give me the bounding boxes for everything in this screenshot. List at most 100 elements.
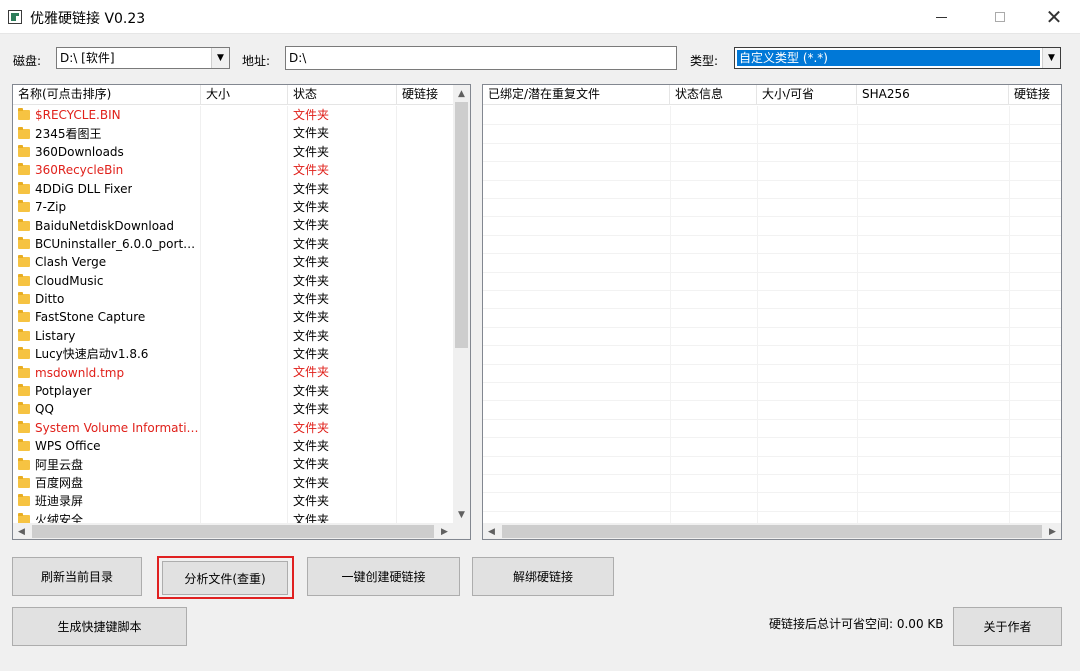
table-row[interactable]: 4DDiG DLL Fixer 文件夹 [13, 179, 454, 198]
column-sha256[interactable]: SHA256 [857, 85, 1009, 105]
table-row[interactable]: 360Downloads 文件夹 [13, 142, 454, 162]
file-list-hscroll[interactable]: ◀ ▶ [13, 523, 453, 539]
column-size-savings[interactable]: 大小/可省 [757, 85, 857, 105]
chevron-down-icon[interactable]: ▼ [211, 48, 229, 68]
file-hardlink-cell [397, 289, 454, 309]
table-row[interactable]: QQ 文件夹 [13, 400, 454, 419]
table-row[interactable]: 百度网盘 文件夹 [13, 473, 454, 493]
table-row[interactable]: Clash Verge 文件夹 [13, 253, 454, 272]
table-row[interactable]: BCUninstaller_6.0.0_portable... 文件夹 [13, 234, 454, 254]
grid-line [483, 363, 1061, 365]
file-size-cell [201, 271, 288, 290]
app-icon [8, 10, 22, 24]
file-hardlink-cell [397, 326, 454, 346]
analyze-button[interactable]: 分析文件(查重) [162, 561, 288, 595]
folder-icon [18, 200, 30, 213]
type-label: 类型: [690, 54, 719, 68]
file-hardlink-cell [397, 253, 454, 272]
scroll-corner [453, 523, 470, 539]
file-status-cell: 文件夹 [288, 216, 397, 235]
file-status-cell: 文件夹 [288, 179, 397, 198]
scroll-right-icon[interactable]: ▶ [1044, 523, 1061, 539]
column-hardlink[interactable]: 硬链接 [1009, 85, 1061, 105]
table-row[interactable]: 360RecycleBin 文件夹 [13, 161, 454, 180]
table-row[interactable]: Potplayer 文件夹 [13, 381, 454, 401]
about-button[interactable]: 关于作者 [953, 607, 1062, 646]
scroll-thumb[interactable] [502, 525, 1042, 538]
address-input[interactable]: D:\ [285, 46, 677, 70]
file-hardlink-cell [397, 381, 454, 401]
table-row[interactable]: Listary 文件夹 [13, 326, 454, 346]
table-row[interactable]: 2345看图王 文件夹 [13, 124, 454, 143]
scroll-left-icon[interactable]: ◀ [483, 523, 500, 539]
file-name: BaiduNetdiskDownload [35, 218, 175, 233]
file-size-cell [201, 106, 288, 125]
scroll-up-icon[interactable]: ▲ [453, 85, 470, 102]
grid-line [483, 474, 1061, 475]
file-size-cell [201, 253, 288, 272]
file-name: 7-Zip [35, 200, 67, 215]
table-row[interactable]: System Volume Information 文件夹 [13, 418, 454, 438]
window-title: 优雅硬链接 V0.23 [30, 11, 146, 27]
folder-icon [18, 365, 30, 378]
generate-script-button[interactable]: 生成快捷键脚本 [12, 607, 187, 646]
table-row[interactable]: FastStone Capture 文件夹 [13, 308, 454, 327]
file-name: msdownld.tmp [35, 365, 125, 380]
minimize-button[interactable] [918, 0, 964, 34]
file-status-cell: 文件夹 [288, 253, 397, 272]
disk-select[interactable]: D:\ [软件] ▼ [56, 47, 230, 69]
table-row[interactable]: CloudMusic 文件夹 [13, 271, 454, 290]
file-list[interactable]: 名称(可点击排序) 大小 状态 硬链接 $RECYCLE.BIN 文件夹 2345看… [12, 84, 471, 540]
grid-line [483, 271, 1061, 273]
file-list-vscroll[interactable]: ▲ ▼ [453, 85, 470, 523]
file-size-cell [201, 418, 288, 438]
scroll-thumb[interactable] [32, 525, 434, 538]
column-status-info[interactable]: 状态信息 [670, 85, 757, 105]
table-row[interactable]: 阿里云盘 文件夹 [13, 455, 454, 474]
duplicate-list[interactable]: 已绑定/潜在重复文件 状态信息 大小/可省 SHA256 硬链接 ◀ ▶ [482, 84, 1062, 540]
file-size-cell [201, 124, 288, 143]
duplicate-list-hscroll[interactable]: ◀ ▶ [483, 523, 1061, 539]
table-row[interactable]: $RECYCLE.BIN 文件夹 [13, 106, 454, 125]
table-row[interactable]: msdownld.tmp 文件夹 [13, 363, 454, 382]
file-hardlink-cell [397, 473, 454, 493]
file-size-cell [201, 326, 288, 346]
folder-icon [18, 494, 30, 507]
scroll-thumb[interactable] [455, 102, 468, 348]
table-row[interactable]: 7-Zip 文件夹 [13, 197, 454, 217]
column-duplicate-files[interactable]: 已绑定/潜在重复文件 [483, 85, 670, 105]
folder-icon [18, 163, 30, 176]
scroll-down-icon[interactable]: ▼ [453, 506, 470, 523]
maximize-icon [995, 12, 1005, 22]
scroll-left-icon[interactable]: ◀ [13, 523, 30, 539]
column-status[interactable]: 状态 [288, 85, 397, 105]
chevron-down-icon[interactable]: ▼ [1042, 48, 1060, 68]
folder-icon [18, 384, 30, 397]
file-status-cell: 文件夹 [288, 473, 397, 493]
close-button[interactable]: ✕ [1031, 0, 1077, 34]
file-hardlink-cell [397, 418, 454, 438]
table-row[interactable]: Lucy快速启动v1.8.6 文件夹 [13, 345, 454, 364]
file-size-cell [201, 161, 288, 180]
create-hardlink-button[interactable]: 一键创建硬链接 [307, 557, 460, 596]
unbind-hardlink-button[interactable]: 解绑硬链接 [472, 557, 614, 596]
file-hardlink-cell [397, 363, 454, 382]
file-hardlink-cell [397, 271, 454, 290]
scroll-right-icon[interactable]: ▶ [436, 523, 453, 539]
column-size[interactable]: 大小 [201, 85, 288, 105]
table-row[interactable]: Ditto 文件夹 [13, 289, 454, 309]
folder-icon [18, 108, 30, 121]
table-row[interactable]: 班迪录屏 文件夹 [13, 492, 454, 511]
table-row[interactable]: WPS Office 文件夹 [13, 437, 454, 456]
maximize-button[interactable] [977, 0, 1023, 34]
file-status-cell: 文件夹 [288, 492, 397, 511]
type-select[interactable]: 自定义类型 (*.*) ▼ [734, 47, 1061, 69]
file-name: Listary [35, 328, 76, 343]
grid-line [483, 400, 1061, 402]
refresh-button[interactable]: 刷新当前目录 [12, 557, 142, 596]
column-hardlink[interactable]: 硬链接 [397, 85, 454, 105]
table-row[interactable]: BaiduNetdiskDownload 文件夹 [13, 216, 454, 235]
file-status-cell: 文件夹 [288, 437, 397, 456]
column-name[interactable]: 名称(可点击排序) [13, 85, 201, 105]
file-name-cell: Potplayer [13, 381, 201, 401]
